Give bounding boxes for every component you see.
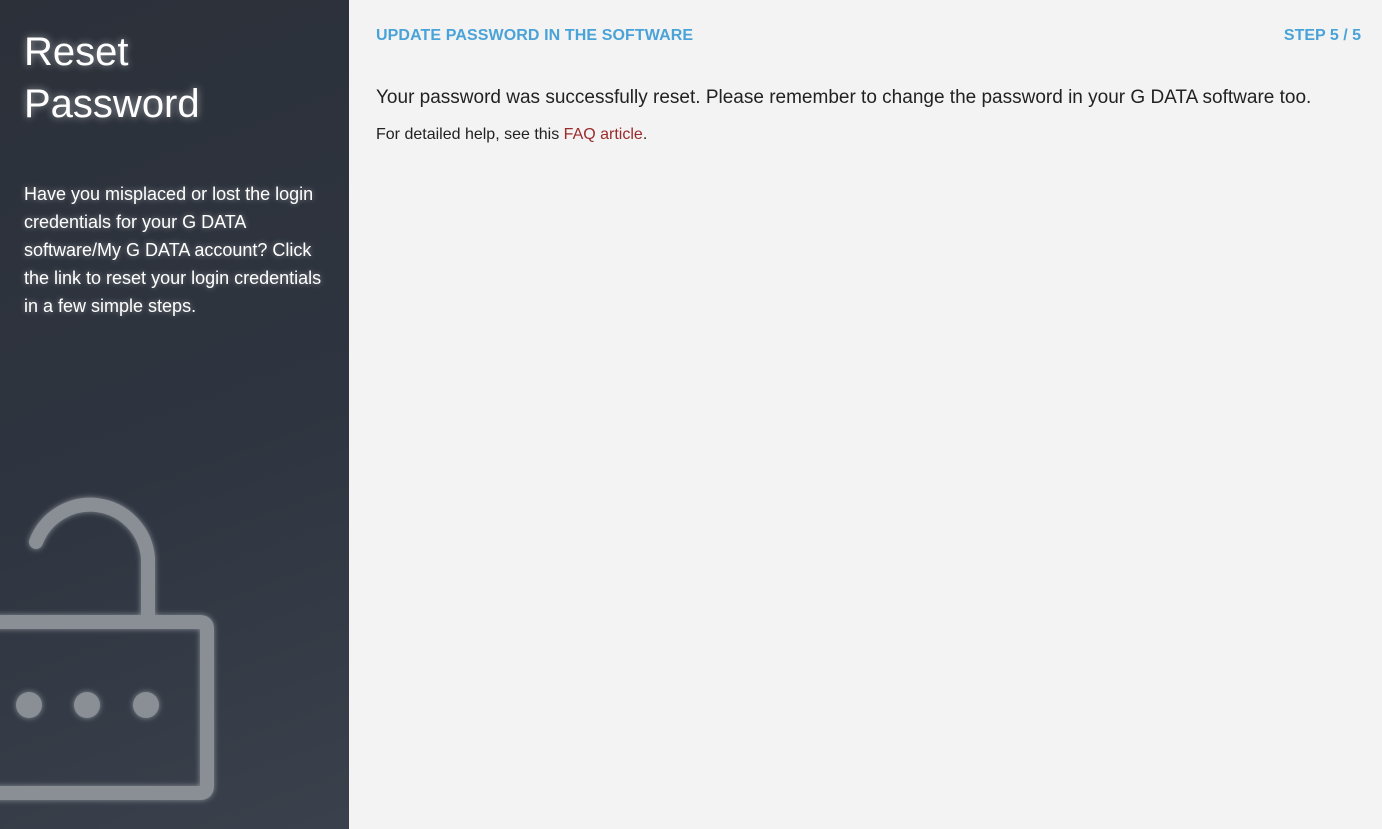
page: Reset Password Have you misplaced or los… — [0, 0, 1382, 829]
main-content: UPDATE PASSWORD IN THE SOFTWARE STEP 5 /… — [349, 0, 1382, 829]
sidebar-title: Reset Password — [24, 30, 200, 126]
faq-article-link[interactable]: FAQ article — [564, 126, 643, 143]
padlock-open-icon — [0, 497, 214, 800]
step-counter: STEP 5 / 5 — [1283, 27, 1361, 44]
sidebar: Reset Password Have you misplaced or los… — [0, 0, 349, 829]
sidebar-description: Have you misplaced or lost the login cre… — [24, 184, 322, 316]
success-message: Your password was successfully reset. Pl… — [376, 87, 1312, 108]
help-prefix: For detailed help, see this — [376, 126, 564, 143]
help-text: For detailed help, see this FAQ article. — [376, 124, 647, 146]
help-suffix: . — [642, 126, 648, 143]
step-heading: UPDATE PASSWORD IN THE SOFTWARE — [376, 27, 694, 44]
